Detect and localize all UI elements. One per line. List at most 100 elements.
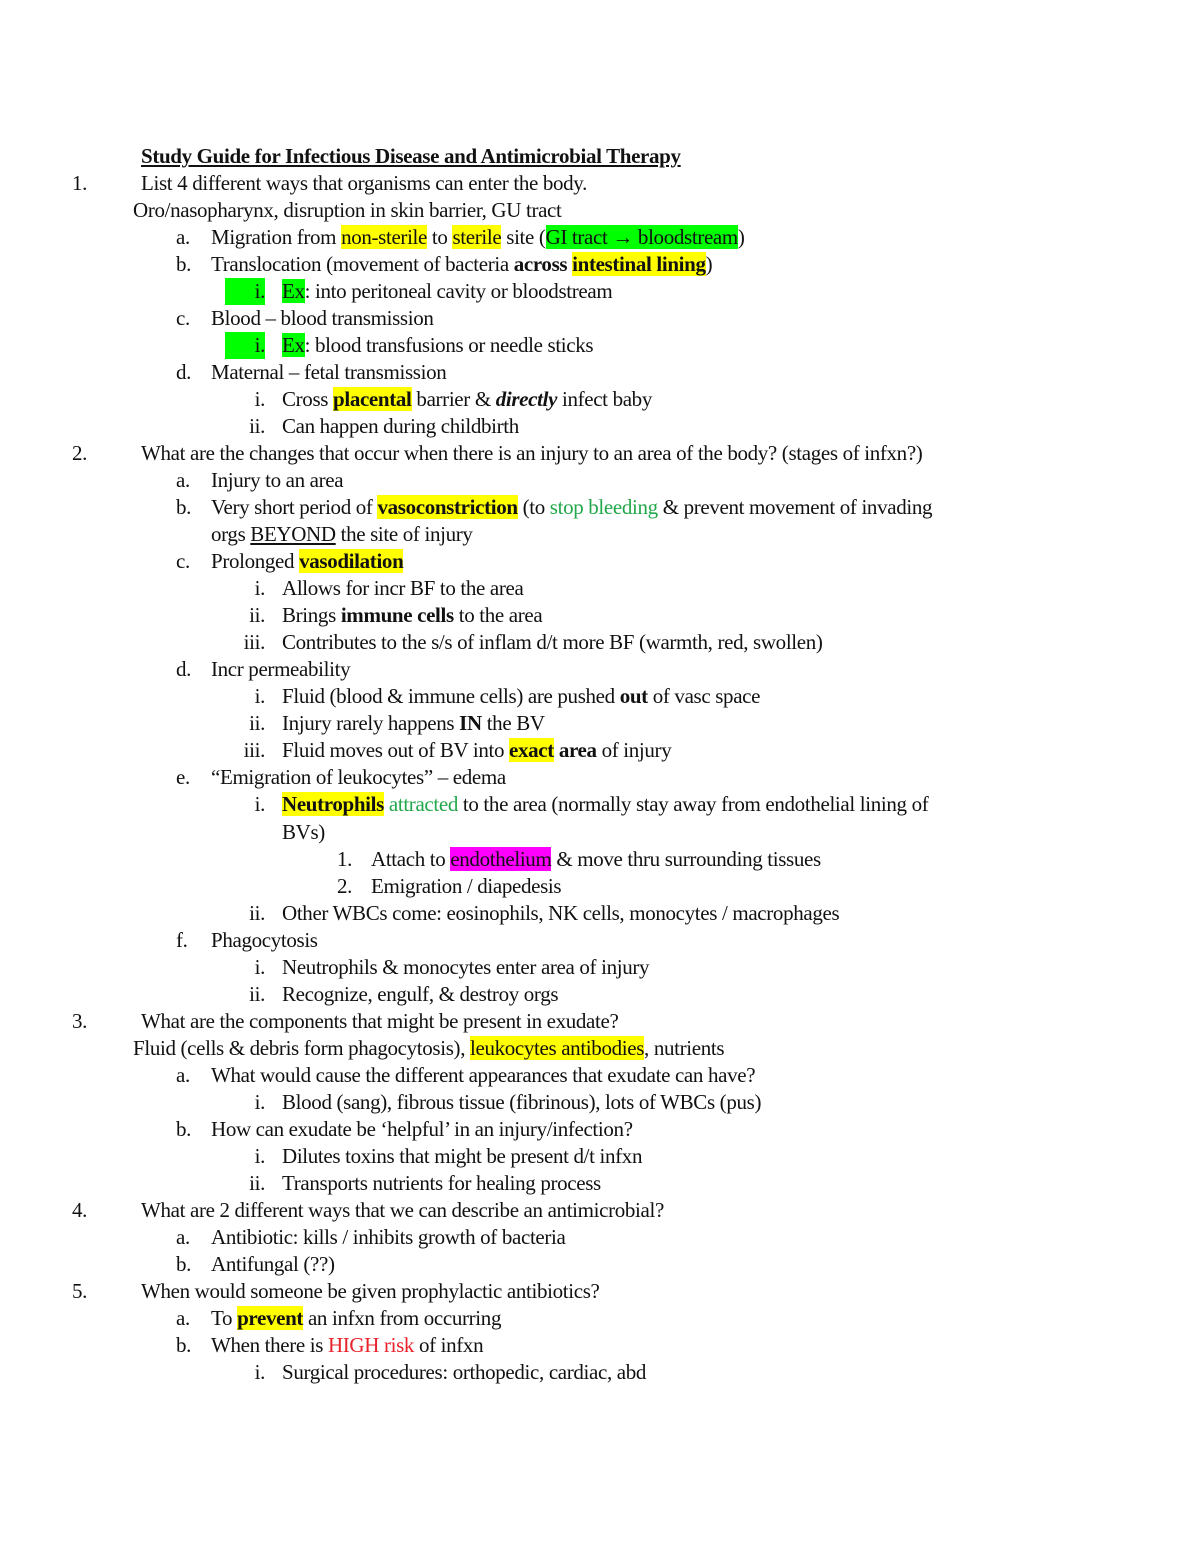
line-text: What are the components that might be pr… (141, 1008, 619, 1035)
line-text: What would cause the different appearanc… (211, 1062, 756, 1089)
text-run: Dilutes toxins that might be present d/t… (282, 1143, 643, 1168)
text-run: HIGH risk (327, 1332, 415, 1357)
list-marker: 2. (337, 873, 353, 898)
text-run: site ( (501, 225, 546, 250)
text-run: : into peritoneal cavity or bloodstream (304, 279, 613, 304)
list-marker: a. (176, 468, 190, 493)
text-run: orgs (211, 522, 251, 547)
text-run: Recognize, engulf, & destroy orgs (282, 981, 559, 1006)
list-marker: a. (176, 1305, 190, 1330)
list-marker: ii. (249, 414, 265, 439)
text-run: Transports nutrients for healing process (282, 1170, 601, 1195)
highlighted-text: Ex (282, 279, 305, 304)
line-text: What are 2 different ways that we can de… (141, 1197, 664, 1224)
highlighted-text: Ex (282, 333, 305, 358)
text-run: Blood – blood transmission (211, 306, 434, 331)
line-text: Can happen during childbirth (282, 413, 519, 440)
text-run: When there is (211, 1332, 328, 1357)
list-marker: i. (254, 684, 266, 709)
line-text: Fluid (blood & immune cells) are pushed … (282, 683, 760, 710)
list-marker: d. (176, 360, 192, 385)
list-marker: b. (176, 252, 192, 277)
highlighted-text: prevent (237, 1305, 304, 1330)
text-run: ) (705, 252, 713, 277)
text-run: Attach to (371, 846, 451, 871)
text-run: Other WBCs come: eosinophils, NK cells, … (282, 900, 840, 925)
text-run: What would cause the different appearanc… (211, 1062, 756, 1087)
text-run: IN (459, 711, 482, 736)
text-run: of infxn (414, 1332, 484, 1357)
text-run: : blood transfusions or needle sticks (304, 333, 594, 358)
list-marker: ii. (249, 900, 265, 925)
list-marker: b. (176, 1251, 192, 1276)
list-marker: i. (254, 954, 266, 979)
text-run: Injury to an area (211, 468, 344, 493)
line-text: Blood – blood transmission (211, 305, 434, 332)
text-run: Injury rarely happens (282, 711, 460, 736)
list-marker: 3. (72, 1008, 88, 1033)
highlighted-text: vasoconstriction (377, 495, 518, 520)
text-run: to the area (normally stay away from end… (458, 792, 929, 817)
line-text: Antifungal (??) (211, 1251, 335, 1278)
list-marker: ii. (249, 711, 265, 736)
line-text: Prolonged vasodilation (211, 548, 404, 575)
list-marker: i. (225, 332, 265, 360)
text-run: To (211, 1305, 238, 1330)
list-marker: c. (176, 306, 190, 331)
list-marker: iii. (243, 738, 266, 763)
list-marker: b. (176, 1332, 192, 1357)
text-run: an infxn from occurring (303, 1305, 502, 1330)
line-text: Fluid moves out of BV into exact area of… (282, 737, 672, 764)
text-run: Can happen during childbirth (282, 414, 519, 439)
list-marker: 4. (72, 1197, 88, 1222)
text-run: immune cells (340, 603, 454, 628)
line-text: List 4 different ways that organisms can… (141, 170, 587, 197)
line-text: When there is HIGH risk of infxn (211, 1332, 484, 1359)
line-text: Incr permeability (211, 656, 351, 683)
highlighted-text: leukocytes antibodies (470, 1035, 645, 1060)
line-text: Ex: into peritoneal cavity or bloodstrea… (282, 278, 613, 305)
list-marker: 2. (72, 441, 88, 466)
text-run: of injury (596, 738, 672, 763)
text-run: BEYOND (250, 522, 336, 547)
list-marker: 5. (72, 1278, 88, 1303)
highlighted-text: non-sterile (341, 225, 428, 250)
text-run: out (619, 684, 648, 709)
list-marker: 1. (337, 846, 353, 871)
highlighted-text: GI tract → bloodstream (545, 225, 738, 250)
highlighted-text: placental (333, 387, 412, 412)
text-run: Cross (282, 387, 333, 412)
list-marker: i. (225, 278, 265, 306)
line-text: “Emigration of leukocytes” – edema (211, 764, 506, 791)
text-run: (to (517, 495, 550, 520)
line-text: Phagocytosis (211, 927, 318, 954)
list-marker: d. (176, 657, 192, 682)
line-text: Injury to an area (211, 467, 344, 494)
highlighted-text: endothelium (450, 846, 552, 871)
text-run: , nutrients (644, 1035, 725, 1060)
text-run: Brings (282, 603, 341, 628)
line-text: Translocation (movement of bacteria acro… (211, 251, 713, 278)
line-text: Recognize, engulf, & destroy orgs (282, 981, 559, 1008)
line-text: Very short period of vasoconstriction (t… (211, 494, 932, 521)
line-text: When would someone be given prophylactic… (141, 1278, 600, 1305)
text-run: Translocation (movement of bacteria (211, 252, 514, 277)
list-marker: a. (176, 1062, 190, 1087)
list-marker: b. (176, 495, 192, 520)
list-marker: i. (254, 792, 266, 817)
text-run: Antibiotic: kills / inhibits growth of b… (211, 1224, 566, 1249)
text-run: Very short period of (211, 495, 378, 520)
line-text: How can exudate be ‘helpful’ in an injur… (211, 1116, 633, 1143)
line-text: Neutrophils & monocytes enter area of in… (282, 954, 650, 981)
list-marker: iii. (243, 630, 266, 655)
text-run: How can exudate be ‘helpful’ in an injur… (211, 1116, 633, 1141)
text-run: What are the changes that occur when the… (141, 441, 923, 466)
line-text: Allows for incr BF to the area (282, 575, 524, 602)
line-text: Oro/nasopharynx, disruption in skin barr… (133, 197, 562, 224)
text-run: Neutrophils & monocytes enter area of in… (282, 954, 650, 979)
text-run: & move thru surrounding tissues (551, 846, 821, 871)
list-marker: b. (176, 1116, 192, 1141)
highlighted-text: sterile (452, 225, 502, 250)
text-run: Emigration / diapedesis (371, 873, 562, 898)
line-text: Dilutes toxins that might be present d/t… (282, 1143, 642, 1170)
